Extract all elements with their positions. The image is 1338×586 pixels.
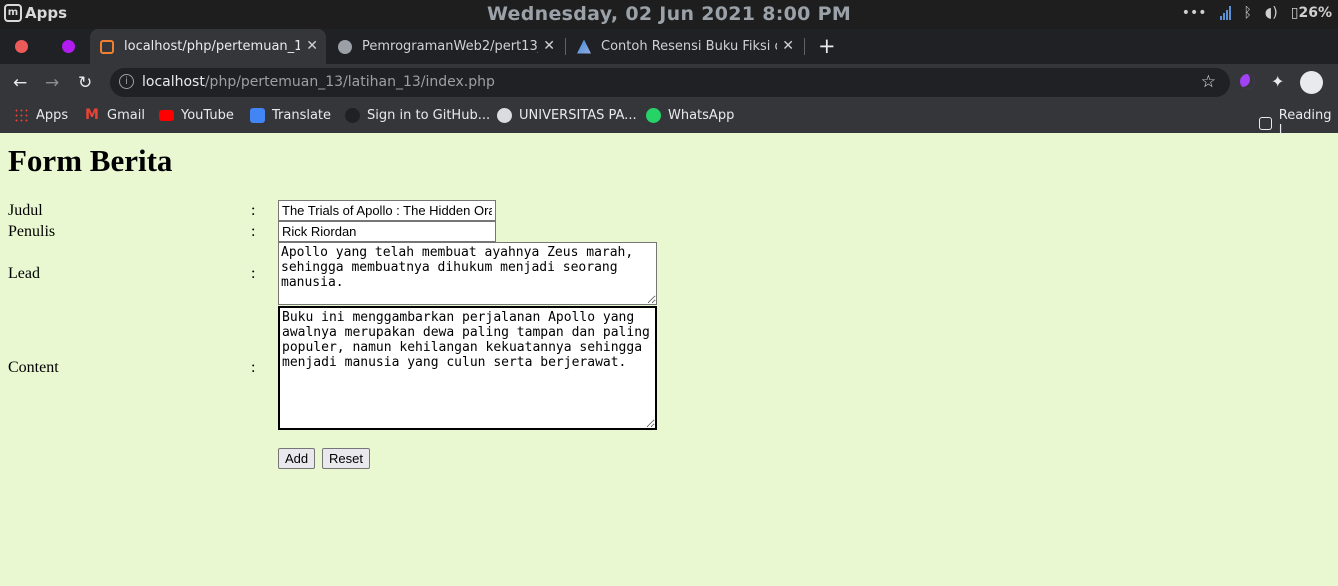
tab-title: localhost/php/pertemuan_13/ xyxy=(124,39,300,54)
system-tray: ••• ᛒ ◖) ▯26% xyxy=(1182,5,1332,21)
os-top-bar: m Apps Wednesday, 02 Jun 2021 8:00 PM ••… xyxy=(0,0,1338,29)
penulis-label: Penulis xyxy=(8,223,56,240)
translate-icon xyxy=(250,108,265,123)
toolbar: ← → ↻ i localhost/php/pertemuan_13/latih… xyxy=(0,64,1338,101)
bookmark-label: Apps xyxy=(36,108,69,123)
page-title: Form Berita xyxy=(8,143,173,178)
more-icon[interactable]: ••• xyxy=(1182,5,1207,21)
bookmark-label: Sign in to GitHub... xyxy=(367,108,491,123)
bookmark-label: YouTube xyxy=(181,108,234,123)
lead-textarea[interactable]: Apollo yang telah membuat ayahnya Zeus m… xyxy=(278,242,657,305)
lead-label: Lead xyxy=(8,265,40,282)
bookmark-universitas[interactable]: UNIVERSITAS PA... xyxy=(497,108,637,123)
bookmark-github[interactable]: Sign in to GitHub... xyxy=(345,108,490,123)
profile-avatar[interactable] xyxy=(1300,71,1323,94)
reload-icon[interactable]: ↻ xyxy=(78,73,92,93)
clock[interactable]: Wednesday, 02 Jun 2021 8:00 PM xyxy=(0,3,1338,25)
volume-icon[interactable]: ◖) xyxy=(1265,5,1278,21)
tab-github[interactable]: PemrogramanWeb2/pert13_a ✕ xyxy=(328,29,563,64)
close-tab-icon[interactable]: ✕ xyxy=(782,38,794,54)
colon: : xyxy=(251,265,256,282)
colon: : xyxy=(251,359,256,376)
battery-status[interactable]: ▯26% xyxy=(1291,5,1332,21)
reset-button[interactable]: Reset xyxy=(322,448,370,469)
bookmark-translate[interactable]: Translate xyxy=(250,108,331,123)
github-icon xyxy=(338,39,352,54)
site-favicon-icon xyxy=(577,39,591,54)
battery-percent: 26% xyxy=(1298,5,1332,21)
tab-title: Contoh Resensi Buku Fiksi dan xyxy=(601,39,777,54)
tab-localhost[interactable]: localhost/php/pertemuan_13/ ✕ xyxy=(90,29,326,64)
url-path: /php/pertemuan_13/latihan_13/index.php xyxy=(204,74,495,90)
bookmark-label: Gmail xyxy=(107,108,145,123)
judul-field[interactable] xyxy=(278,200,496,221)
tab-separator xyxy=(804,38,805,55)
new-tab-icon[interactable]: + xyxy=(818,34,836,58)
reading-list-icon xyxy=(1259,116,1272,130)
colon: : xyxy=(251,223,256,240)
tab-separator xyxy=(565,38,566,55)
window-maximize-icon[interactable] xyxy=(62,40,75,53)
tab-strip: localhost/php/pertemuan_13/ ✕ Pemrograma… xyxy=(0,29,1338,64)
bookmark-gmail[interactable]: M Gmail xyxy=(85,107,145,124)
bookmark-whatsapp[interactable]: WhatsApp xyxy=(646,108,734,123)
page-content: Form Berita Judul : Penulis : Lead : Apo… xyxy=(0,133,1338,586)
url-host: localhost xyxy=(142,74,205,90)
forward-icon[interactable]: → xyxy=(45,73,59,93)
info-icon[interactable]: i xyxy=(119,74,134,89)
colon: : xyxy=(251,202,256,219)
youtube-icon xyxy=(159,110,174,121)
xampp-icon xyxy=(100,39,114,54)
bluetooth-icon[interactable]: ᛒ xyxy=(1244,5,1252,21)
gmail-icon: M xyxy=(85,107,99,123)
dark-mode-extension-icon[interactable] xyxy=(1240,74,1255,89)
close-tab-icon[interactable]: ✕ xyxy=(543,38,555,54)
tab-resensi[interactable]: Contoh Resensi Buku Fiksi dan ✕ xyxy=(567,29,802,64)
back-icon[interactable]: ← xyxy=(13,73,27,93)
globe-icon xyxy=(497,108,512,123)
tab-title: PemrogramanWeb2/pert13_a xyxy=(362,39,538,54)
judul-label: Judul xyxy=(8,202,43,219)
bookmark-youtube[interactable]: YouTube xyxy=(159,108,234,123)
window-close-icon[interactable] xyxy=(15,40,28,53)
bookmarks-bar: Apps M Gmail YouTube Translate Sign in t… xyxy=(0,101,1338,138)
content-textarea[interactable]: Buku ini menggambarkan perjalanan Apollo… xyxy=(278,306,657,430)
signal-icon[interactable] xyxy=(1219,6,1231,20)
apps-grid-icon xyxy=(14,108,29,123)
content-label: Content xyxy=(8,359,59,376)
bookmark-label: WhatsApp xyxy=(668,108,735,123)
add-button[interactable]: Add xyxy=(278,448,316,469)
extensions-icon[interactable]: ✦ xyxy=(1271,72,1284,91)
close-tab-icon[interactable]: ✕ xyxy=(306,38,318,54)
url-text: localhost/php/pertemuan_13/latihan_13/in… xyxy=(142,74,495,90)
bookmark-star-icon[interactable]: ☆ xyxy=(1201,72,1216,92)
address-bar[interactable]: i localhost/php/pertemuan_13/latihan_13/… xyxy=(110,68,1230,97)
github-icon xyxy=(345,108,360,123)
bookmark-label: Translate xyxy=(272,108,332,123)
penulis-field[interactable] xyxy=(278,221,496,242)
whatsapp-icon xyxy=(646,108,661,123)
bookmark-label: UNIVERSITAS PA... xyxy=(519,108,637,123)
bookmark-apps[interactable]: Apps xyxy=(14,108,68,123)
